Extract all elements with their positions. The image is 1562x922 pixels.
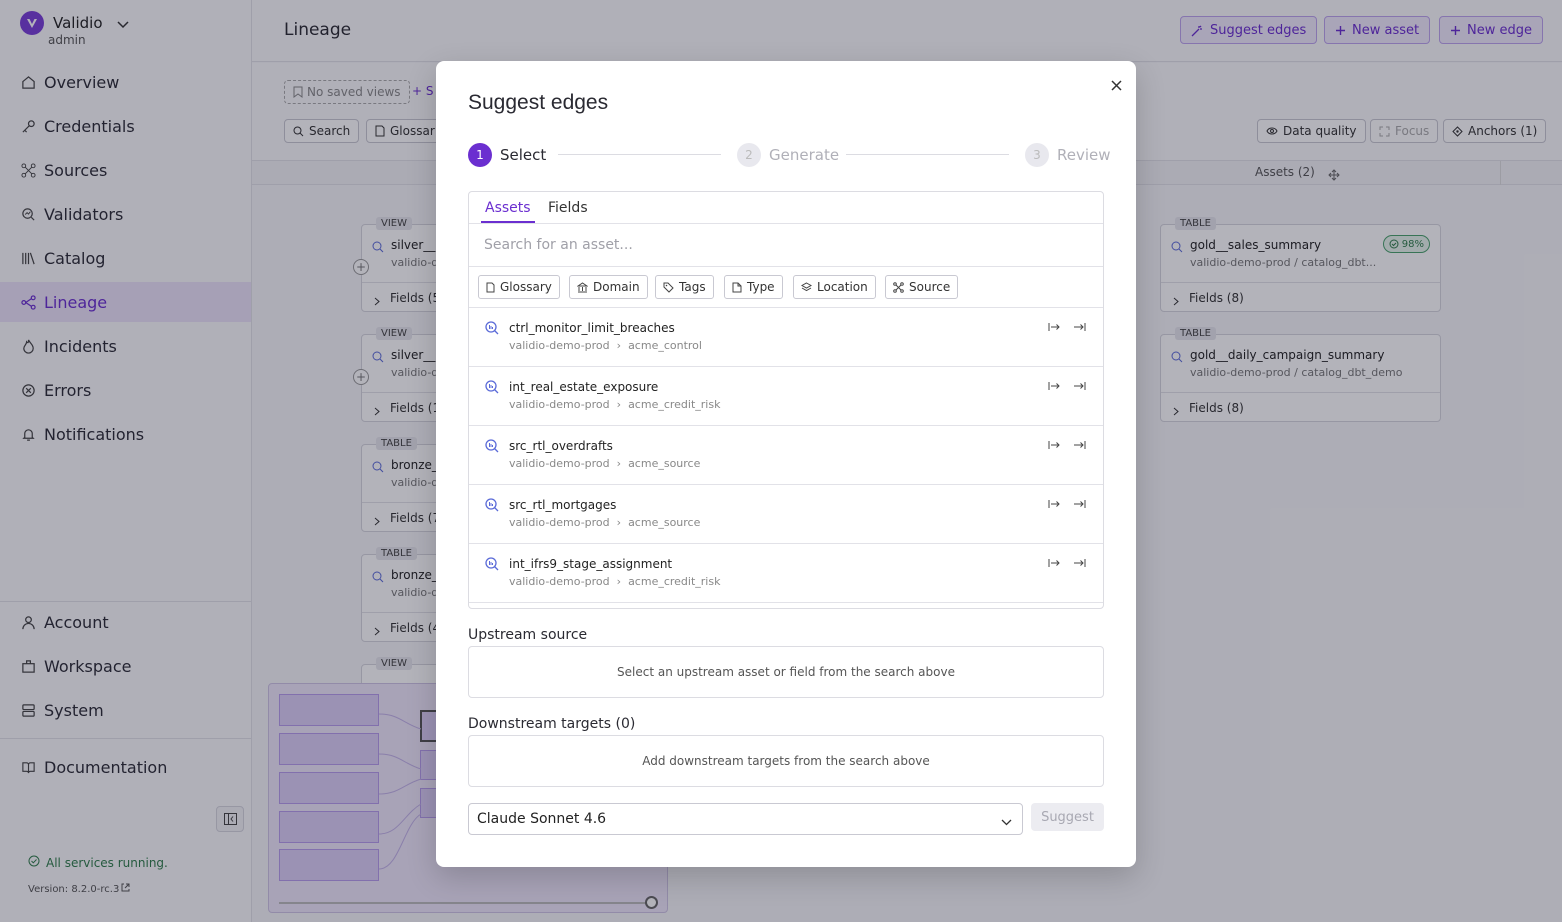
location-filter-button[interactable]: Location: [793, 275, 876, 299]
list-item[interactable]: int_real_estate_exposure validio-demo-pr…: [469, 367, 1103, 426]
list-item[interactable]: src_rtl_overdrafts validio-demo-prod › a…: [469, 426, 1103, 485]
list-item[interactable]: ctrl_monitor_limit_breaches validio-demo…: [469, 308, 1103, 367]
source-filter-button[interactable]: Source: [885, 275, 959, 299]
model-select-value: Claude Sonnet 4.6: [477, 811, 607, 827]
upstream-source-dropzone: Select an upstream asset or field from t…: [468, 646, 1104, 698]
step-label: Generate: [769, 146, 840, 164]
suggest-edges-dialog: Suggest edges 1 Select 2 Generate 3 Revi…: [436, 61, 1136, 867]
asset-schema: acme_control: [628, 339, 702, 352]
asset-search-input[interactable]: [469, 224, 1103, 267]
step-connector: [846, 154, 1009, 155]
list-item[interactable]: int_ifrs9_stage_assignment validio-demo-…: [469, 544, 1103, 603]
set-upstream-icon[interactable]: [1047, 497, 1061, 511]
tab-assets[interactable]: Assets: [485, 200, 531, 216]
asset-source: validio-demo-prod: [509, 516, 610, 529]
step-number: 1: [468, 143, 492, 167]
step-number: 2: [737, 143, 761, 167]
chevron-right-icon: ›: [616, 575, 622, 588]
filter-label: Domain: [593, 280, 640, 294]
add-downstream-icon[interactable]: [1072, 320, 1086, 334]
tags-filter-button[interactable]: Tags: [655, 275, 714, 299]
glossary-filter-button[interactable]: Glossary: [478, 275, 560, 299]
asset-source: validio-demo-prod: [509, 575, 610, 588]
chevron-right-icon: ›: [616, 516, 622, 529]
chevron-right-icon: ›: [616, 339, 622, 352]
step-label: Select: [500, 146, 547, 164]
source-icon: [893, 281, 904, 293]
type-filter-button[interactable]: Type: [724, 275, 783, 299]
add-downstream-icon[interactable]: [1072, 497, 1086, 511]
asset-search-icon: [485, 320, 499, 339]
step-select: 1 Select: [468, 143, 546, 167]
upstream-source-label: Upstream source: [468, 627, 588, 643]
close-icon[interactable]: [1108, 77, 1124, 93]
tab-fields[interactable]: Fields: [548, 200, 588, 216]
dialog-title: Suggest edges: [468, 91, 609, 114]
asset-source: validio-demo-prod: [509, 457, 610, 470]
asset-name: ctrl_monitor_limit_breaches: [509, 321, 675, 335]
type-icon: [732, 282, 742, 293]
step-generate: 2 Generate: [737, 143, 839, 167]
asset-path: validio-demo-prod › acme_credit_risk: [509, 398, 720, 411]
add-downstream-icon[interactable]: [1072, 379, 1086, 393]
add-downstream-icon[interactable]: [1072, 556, 1086, 570]
chevron-down-icon: [1001, 814, 1012, 830]
domain-filter-button[interactable]: Domain: [569, 275, 648, 299]
set-upstream-icon[interactable]: [1047, 320, 1061, 334]
model-select[interactable]: Claude Sonnet 4.6: [468, 803, 1023, 835]
filter-label: Tags: [679, 280, 706, 294]
step-label: Review: [1057, 146, 1111, 164]
asset-path: validio-demo-prod › acme_source: [509, 457, 700, 470]
glossary-icon: [486, 282, 495, 293]
downstream-targets-label: Downstream targets (0): [468, 716, 636, 732]
asset-name: int_real_estate_exposure: [509, 380, 659, 394]
asset-search-icon: [485, 438, 499, 457]
asset-search-icon: [485, 497, 499, 516]
filter-label: Glossary: [500, 280, 552, 294]
downstream-targets-dropzone: Add downstream targets from the search a…: [468, 735, 1104, 787]
list-item[interactable]: src_rtl_mortgages validio-demo-prod › ac…: [469, 485, 1103, 544]
asset-search-icon: [485, 379, 499, 398]
step-connector: [558, 154, 721, 155]
asset-name: int_ifrs9_stage_assignment: [509, 557, 673, 571]
set-upstream-icon[interactable]: [1047, 438, 1061, 452]
filter-label: Type: [747, 280, 775, 294]
filter-label: Source: [909, 280, 951, 294]
step-review: 3 Review: [1025, 143, 1111, 167]
asset-search-icon: [485, 556, 499, 575]
app: Validio admin Overview Credentials Sourc…: [0, 0, 1562, 922]
tag-icon: [663, 282, 674, 293]
asset-schema: acme_source: [628, 457, 701, 470]
asset-schema: acme_source: [628, 516, 701, 529]
domain-icon: [577, 281, 588, 293]
asset-path: validio-demo-prod › acme_source: [509, 516, 700, 529]
asset-source: validio-demo-prod: [509, 339, 610, 352]
upstream-empty-text: Select an upstream asset or field from t…: [617, 665, 955, 679]
chevron-right-icon: ›: [616, 398, 622, 411]
search-tabs: Assets Fields: [469, 192, 1103, 224]
suggest-button[interactable]: Suggest: [1031, 803, 1104, 831]
asset-path: validio-demo-prod › acme_control: [509, 339, 702, 352]
asset-source: validio-demo-prod: [509, 398, 610, 411]
add-downstream-icon[interactable]: [1072, 438, 1086, 452]
asset-name: src_rtl_overdrafts: [509, 439, 613, 453]
asset-schema: acme_credit_risk: [628, 575, 721, 588]
layers-icon: [801, 281, 812, 293]
active-tab-indicator: [481, 221, 535, 223]
chevron-right-icon: ›: [616, 457, 622, 470]
asset-path: validio-demo-prod › acme_credit_risk: [509, 575, 720, 588]
filter-label: Location: [817, 280, 868, 294]
asset-search-panel: Assets Fields Glossary Domain Tags: [468, 191, 1104, 609]
downstream-empty-text: Add downstream targets from the search a…: [642, 754, 930, 768]
asset-schema: acme_credit_risk: [628, 398, 721, 411]
filter-bar: Glossary Domain Tags Type Location Sourc…: [469, 267, 1103, 308]
set-upstream-icon[interactable]: [1047, 379, 1061, 393]
set-upstream-icon[interactable]: [1047, 556, 1061, 570]
step-number: 3: [1025, 143, 1049, 167]
asset-name: src_rtl_mortgages: [509, 498, 617, 512]
